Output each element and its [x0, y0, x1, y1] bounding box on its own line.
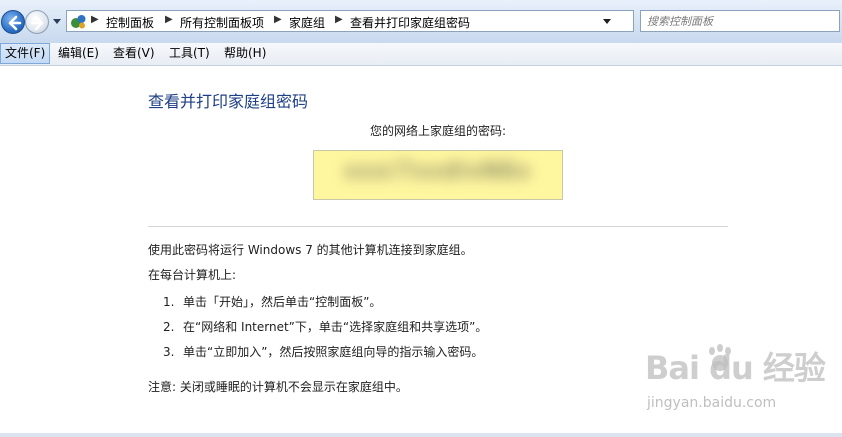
step-text: 在“网络和 Internet”下，单击“选择家庭组和共享选项”。	[183, 320, 488, 334]
step-1: 1. 单击「开始」，然后单击“控制面板”。	[163, 293, 381, 310]
breadcrumb-separator-icon[interactable]: ▶	[91, 14, 99, 25]
breadcrumb-separator-icon[interactable]: ▶	[165, 14, 173, 25]
search-box[interactable]	[640, 10, 840, 32]
note-text: 注意: 关闭或睡眠的计算机不会显示在家庭组中。	[148, 380, 408, 394]
control-panel-icon	[71, 15, 86, 29]
menu-view[interactable]: 查看(V)	[109, 43, 159, 64]
intro-text: 使用此密码将运行 Windows 7 的其他计算机连接到家庭组。	[148, 243, 473, 257]
breadcrumb-current-page[interactable]: 查看并打印家庭组密码	[350, 14, 470, 31]
menu-help[interactable]: 帮助(H)	[220, 43, 270, 64]
password-label: 您的网络上家庭组的密码:	[369, 124, 507, 138]
address-toolbar: ▶ 控制面板 ▶ 所有控制面板项 ▶ 家庭组 ▶ 查看并打印家庭组密码	[0, 0, 842, 43]
recent-pages-dropdown-icon[interactable]	[52, 18, 62, 26]
divider	[148, 226, 728, 227]
menu-edit[interactable]: 编辑(E)	[54, 43, 103, 64]
arrow-left-icon	[8, 15, 22, 31]
forward-button[interactable]	[25, 10, 49, 34]
password-value: xxxi7xxdlxN6x	[344, 159, 532, 184]
page-title: 查看并打印家庭组密码	[148, 92, 309, 111]
step-text: 单击“立即加入”，然后按照家庭组向导的指示输入密码。	[183, 345, 484, 359]
menu-bar: 文件(F) 编辑(E) 查看(V) 工具(T) 帮助(H)	[0, 43, 842, 66]
step-2: 2. 在“网络和 Internet”下，单击“选择家庭组和共享选项”。	[163, 318, 487, 335]
step-3: 3. 单击“立即加入”，然后按照家庭组向导的指示输入密码。	[163, 343, 483, 360]
step-number: 1.	[163, 295, 175, 309]
on-each-computer-text: 在每台计算机上:	[148, 268, 237, 282]
breadcrumb-separator-icon[interactable]: ▶	[335, 14, 343, 25]
back-button[interactable]	[1, 10, 25, 34]
breadcrumb-control-panel[interactable]: 控制面板	[106, 14, 154, 31]
step-number: 2.	[163, 320, 175, 334]
step-text: 单击「开始」，然后单击“控制面板”。	[183, 295, 382, 309]
address-dropdown-icon[interactable]	[602, 18, 612, 26]
menu-tools[interactable]: 工具(T)	[165, 43, 214, 64]
menu-file[interactable]: 文件(F)	[0, 43, 51, 64]
address-field[interactable]: ▶ 控制面板 ▶ 所有控制面板项 ▶ 家庭组 ▶ 查看并打印家庭组密码	[66, 10, 696, 32]
baidu-watermark: Bai du 经验 jingyan.baidu.com	[645, 343, 840, 433]
password-box: xxxi7xxdlxN6x	[313, 150, 563, 200]
step-number: 3.	[163, 345, 175, 359]
search-input[interactable]	[647, 13, 817, 29]
window-bottom-edge	[0, 433, 842, 437]
arrow-right-icon	[30, 15, 44, 31]
breadcrumb-separator-icon[interactable]: ▶	[274, 14, 282, 25]
paw-icon	[709, 344, 731, 371]
breadcrumb-all-items[interactable]: 所有控制面板项	[180, 14, 264, 31]
watermark-url: jingyan.baidu.com	[647, 395, 777, 411]
breadcrumb-homegroup[interactable]: 家庭组	[289, 14, 325, 31]
